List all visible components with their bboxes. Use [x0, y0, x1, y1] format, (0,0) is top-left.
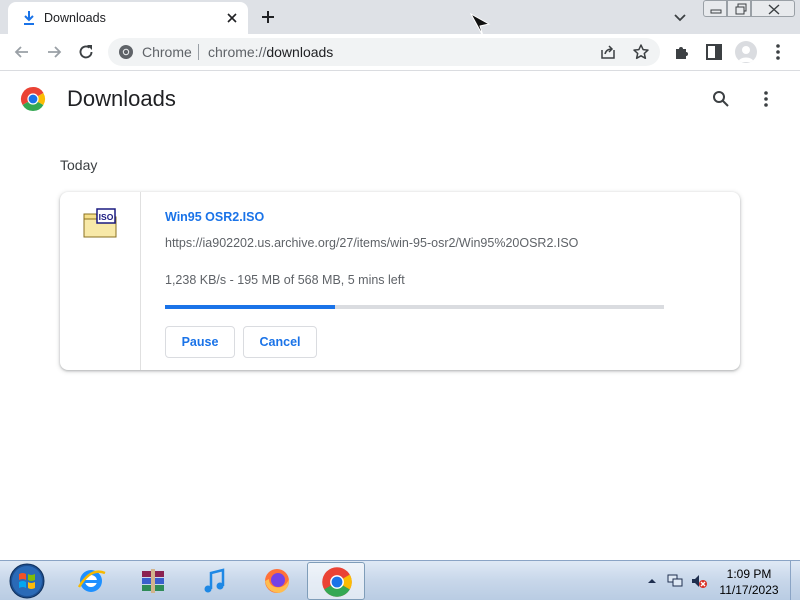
- winrar-icon: [142, 569, 164, 593]
- file-name-link[interactable]: Win95 OSR2.ISO: [165, 210, 264, 224]
- minimize-button[interactable]: [703, 0, 727, 17]
- url-scheme: chrome://: [208, 44, 267, 60]
- tab-downloads[interactable]: Downloads: [8, 2, 248, 34]
- browser-toolbar: Chrome chrome://downloads: [0, 34, 800, 71]
- mouse-cursor-icon: [469, 12, 491, 37]
- progress-bar: [165, 305, 664, 309]
- url-text[interactable]: chrome://downloads: [208, 44, 333, 60]
- chrome-icon: [119, 45, 133, 59]
- omnibox-divider: [198, 44, 199, 60]
- window-close-button[interactable]: [751, 0, 795, 17]
- site-chip: Chrome: [142, 44, 192, 60]
- back-arrow-icon[interactable]: [12, 42, 32, 62]
- minimize-icon: [710, 9, 722, 14]
- progress-fill: [165, 305, 335, 309]
- pause-button[interactable]: Pause: [165, 326, 235, 358]
- page-more-icon[interactable]: [756, 89, 776, 109]
- iso-icon-text: ISO: [99, 212, 114, 222]
- url-host: downloads: [266, 44, 334, 60]
- avatar[interactable]: [735, 41, 757, 63]
- taskbar-internet-explorer[interactable]: [62, 562, 120, 600]
- start-button[interactable]: [7, 563, 47, 599]
- taskbar-itunes[interactable]: [186, 562, 244, 600]
- windows-taskbar: 1:09 PM 11/17/2023: [0, 560, 800, 600]
- itunes-icon: [204, 568, 225, 593]
- reload-icon[interactable]: [76, 42, 96, 62]
- firefox-icon: [265, 569, 289, 593]
- network-icon[interactable]: [667, 573, 683, 589]
- show-desktop-button[interactable]: [790, 561, 800, 600]
- chrome-logo-icon: [20, 87, 46, 112]
- taskbar-winrar[interactable]: [124, 562, 182, 600]
- profile-icon: [738, 46, 754, 62]
- card-divider: [140, 192, 141, 370]
- chevron-down-icon[interactable]: [672, 9, 688, 25]
- restore-icon: [735, 3, 747, 15]
- chrome-icon: [322, 567, 352, 597]
- tab-strip: Downloads: [0, 0, 800, 34]
- search-icon[interactable]: [711, 89, 731, 109]
- new-tab-button[interactable]: [258, 7, 278, 27]
- cancel-button[interactable]: Cancel: [243, 326, 317, 358]
- puzzle-icon[interactable]: [672, 42, 692, 62]
- download-icon: [24, 11, 34, 25]
- side-panel-icon[interactable]: [704, 42, 724, 62]
- date-section-label: Today: [60, 157, 98, 173]
- more-vert-icon[interactable]: [768, 42, 788, 62]
- share-icon[interactable]: [600, 44, 616, 60]
- volume-muted-icon[interactable]: [691, 573, 707, 589]
- download-status: 1,238 KB/s - 195 MB of 568 MB, 5 mins le…: [165, 273, 405, 287]
- forward-arrow-icon[interactable]: [44, 42, 64, 62]
- close-icon[interactable]: [224, 10, 240, 26]
- internet-explorer-icon: [77, 570, 106, 592]
- restore-button[interactable]: [727, 0, 751, 17]
- taskbar-chrome[interactable]: [307, 562, 365, 600]
- clock-date[interactable]: 11/17/2023: [714, 583, 784, 597]
- page-title: Downloads: [67, 86, 176, 111]
- download-item-card: ISO Win95 OSR2.ISO https://ia902202.us.a…: [60, 192, 740, 370]
- iso-file-icon: ISO: [83, 208, 117, 238]
- clock-time[interactable]: 1:09 PM: [718, 567, 780, 581]
- address-bar[interactable]: Chrome chrome://downloads: [108, 38, 660, 66]
- tray-expand-icon[interactable]: [644, 573, 660, 589]
- source-url[interactable]: https://ia902202.us.archive.org/27/items…: [165, 236, 578, 250]
- windows-logo-icon: [9, 563, 45, 599]
- close-icon: [768, 4, 780, 15]
- tab-title: Downloads: [44, 11, 106, 25]
- taskbar-firefox[interactable]: [248, 562, 306, 600]
- bookmark-star-icon[interactable]: [632, 43, 650, 61]
